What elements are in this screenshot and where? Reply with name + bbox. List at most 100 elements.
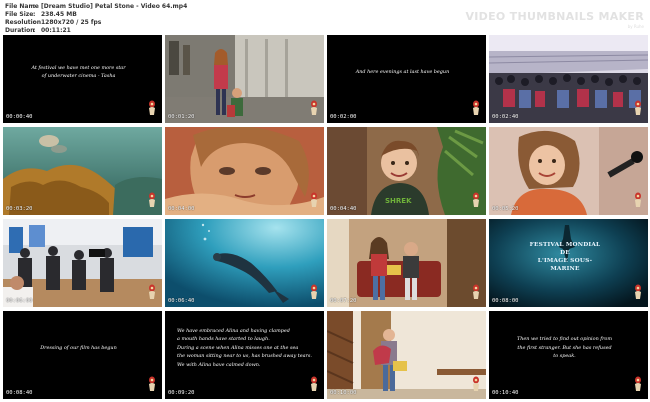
- studio-logo-icon: [149, 284, 155, 299]
- timestamp: 00:07:20: [330, 298, 357, 304]
- separator: :: [33, 11, 36, 18]
- caption-line: Dressing of our film has begun: [40, 344, 117, 351]
- caption-line: And here evenings at last have begun: [355, 68, 450, 75]
- studio-logo-icon: [311, 376, 317, 391]
- festival-line: DE: [560, 250, 570, 256]
- stadium-scene: [489, 35, 648, 123]
- file-info-panel: File Name : [Dream Studio] Petal Stone -…: [5, 3, 305, 35]
- svg-text:SHREK: SHREK: [385, 197, 412, 205]
- festival-line: L'IMAGE SOUS-MARINE: [537, 258, 593, 272]
- thumbnail-3[interactable]: And here evenings at last have begun 00:…: [327, 35, 486, 123]
- thumbnail-8[interactable]: 00:05:20: [489, 127, 648, 215]
- studio-logo-icon: [311, 100, 317, 115]
- caption-line: Then we tried to find out opinion from: [517, 336, 612, 343]
- timestamp: 00:00:40: [6, 114, 33, 120]
- studio-logo-icon: [311, 192, 317, 207]
- file-name-label: File Name: [5, 3, 39, 10]
- thumbnail-16[interactable]: Then we tried to find out opinion from t…: [489, 311, 648, 399]
- timestamp: 00:04:40: [330, 206, 357, 212]
- caption-line: of underwater cinema - Tasha: [41, 73, 116, 79]
- duration-value: 00:11:21: [41, 27, 71, 34]
- file-size-value: 238.45 MB: [41, 11, 77, 18]
- timestamp: 00:06:40: [168, 298, 195, 304]
- brand-subtitle: by Ruhe: [627, 24, 644, 29]
- timestamp: 00:06:00: [6, 298, 33, 304]
- brand-watermark: VIDEO THUMBNAILS MAKER by Ruhe: [465, 10, 644, 29]
- thumbnail-9[interactable]: 00:06:00: [3, 219, 162, 307]
- thumbnail-7[interactable]: SHREK 00:04:40: [327, 127, 486, 215]
- studio-logo-icon: [311, 284, 317, 299]
- festival-line: FESTIVAL MONDIAL: [529, 242, 601, 248]
- studio-logo-icon: [473, 284, 479, 299]
- girl-mic-scene: [489, 127, 648, 215]
- thumbnail-caption: We have embraced Alina and having clampe…: [169, 311, 312, 385]
- file-size-row: File Size : 238.45 MB: [5, 11, 305, 19]
- timestamp: 00:10:40: [492, 390, 519, 396]
- studio-logo-icon: [635, 284, 641, 299]
- caption-line: We with Alina have calmed down.: [177, 361, 261, 368]
- studio-logo-icon: [635, 192, 641, 207]
- resolution-value: 1280x720 / 25 fps: [41, 19, 102, 26]
- caption-line: a mouth hands have started to laugh.: [177, 336, 270, 343]
- duration-label: Duration: [5, 27, 35, 34]
- diver-scene: [165, 219, 324, 307]
- timestamp: 00:08:00: [492, 298, 519, 304]
- resolution-row: Resolution : 1280x720 / 25 fps: [5, 19, 305, 27]
- hallway-scene: [327, 311, 486, 399]
- studio-logo-icon: [473, 100, 479, 115]
- timestamp: 00:10:00: [330, 390, 357, 396]
- separator: :: [33, 19, 36, 26]
- caption-line: to speak.: [553, 353, 576, 360]
- thumbnail-5[interactable]: 00:03:20: [3, 127, 162, 215]
- studio-logo-icon: [473, 376, 479, 391]
- girl-face-scene: [165, 127, 324, 215]
- file-size-label: File Size: [5, 11, 34, 18]
- couch-scene: [327, 219, 486, 307]
- thumbnail-caption: And here evenings at last have begun: [331, 35, 474, 109]
- caption-line: We have embraced Alina and having clampe…: [177, 327, 290, 334]
- reef-scene: [3, 127, 162, 215]
- thumbnail-12[interactable]: FESTIVAL MONDIAL DE L'IMAGE SOUS-MARINE …: [489, 219, 648, 307]
- thumbnail-caption: Then we tried to find out opinion from t…: [493, 311, 636, 385]
- caption-line: the woman sitting near to us, has brushe…: [177, 353, 312, 360]
- festival-title: FESTIVAL MONDIAL DE L'IMAGE SOUS-MARINE: [525, 241, 605, 273]
- timestamp: 00:01:20: [168, 114, 195, 120]
- thumbnail-1[interactable]: At festival we have met one more star of…: [3, 35, 162, 123]
- separator: :: [33, 27, 36, 34]
- caption-line: During a scene when Alina misses one at …: [177, 344, 299, 351]
- thumbnail-4[interactable]: 00:02:40: [489, 35, 648, 123]
- thumbnail-caption: At festival we have met one more star of…: [7, 35, 150, 109]
- file-name-value: [Dream Studio] Petal Stone - Video 64.mp…: [41, 3, 188, 10]
- thumbnail-grid: At festival we have met one more star of…: [3, 35, 648, 399]
- duration-row: Duration : 00:11:21: [5, 27, 305, 35]
- caption-line: the first stranger. But she has refused: [517, 344, 612, 351]
- thumbnail-caption: Dressing of our film has begun: [7, 311, 150, 385]
- thumbnail-15[interactable]: 00:10:00: [327, 311, 486, 399]
- thumbnail-10[interactable]: 00:06:40: [165, 219, 324, 307]
- thumbnail-6[interactable]: 00:04:00: [165, 127, 324, 215]
- caption-line: At festival we have met one more star: [31, 64, 126, 71]
- studio-logo-icon: [473, 192, 479, 207]
- timestamp: 00:04:00: [168, 206, 195, 212]
- thumbnail-2[interactable]: 00:01:20: [165, 35, 324, 123]
- separator: :: [33, 3, 36, 10]
- boy-scene: SHREK: [327, 127, 486, 215]
- timestamp: 00:02:00: [330, 114, 357, 120]
- timestamp: 00:09:20: [168, 390, 195, 396]
- studio-logo-icon: [635, 376, 641, 391]
- studio-logo-icon: [149, 192, 155, 207]
- thumbnail-11[interactable]: 00:07:20: [327, 219, 486, 307]
- timestamp: 00:08:40: [6, 390, 33, 396]
- timestamp: 00:02:40: [492, 114, 519, 120]
- thumbnail-13[interactable]: Dressing of our film has begun 00:08:40: [3, 311, 162, 399]
- file-name-row: File Name : [Dream Studio] Petal Stone -…: [5, 3, 305, 11]
- timestamp: 00:05:20: [492, 206, 519, 212]
- brand-title: VIDEO THUMBNAILS MAKER: [465, 10, 644, 23]
- studio-logo-icon: [635, 100, 641, 115]
- thumbnail-14[interactable]: We have embraced Alina and having clampe…: [165, 311, 324, 399]
- timestamp: 00:03:20: [6, 206, 33, 212]
- studio-logo-icon: [149, 376, 155, 391]
- resolution-label: Resolution: [5, 19, 42, 26]
- street-scene: [165, 35, 324, 123]
- studio-logo-icon: [149, 100, 155, 115]
